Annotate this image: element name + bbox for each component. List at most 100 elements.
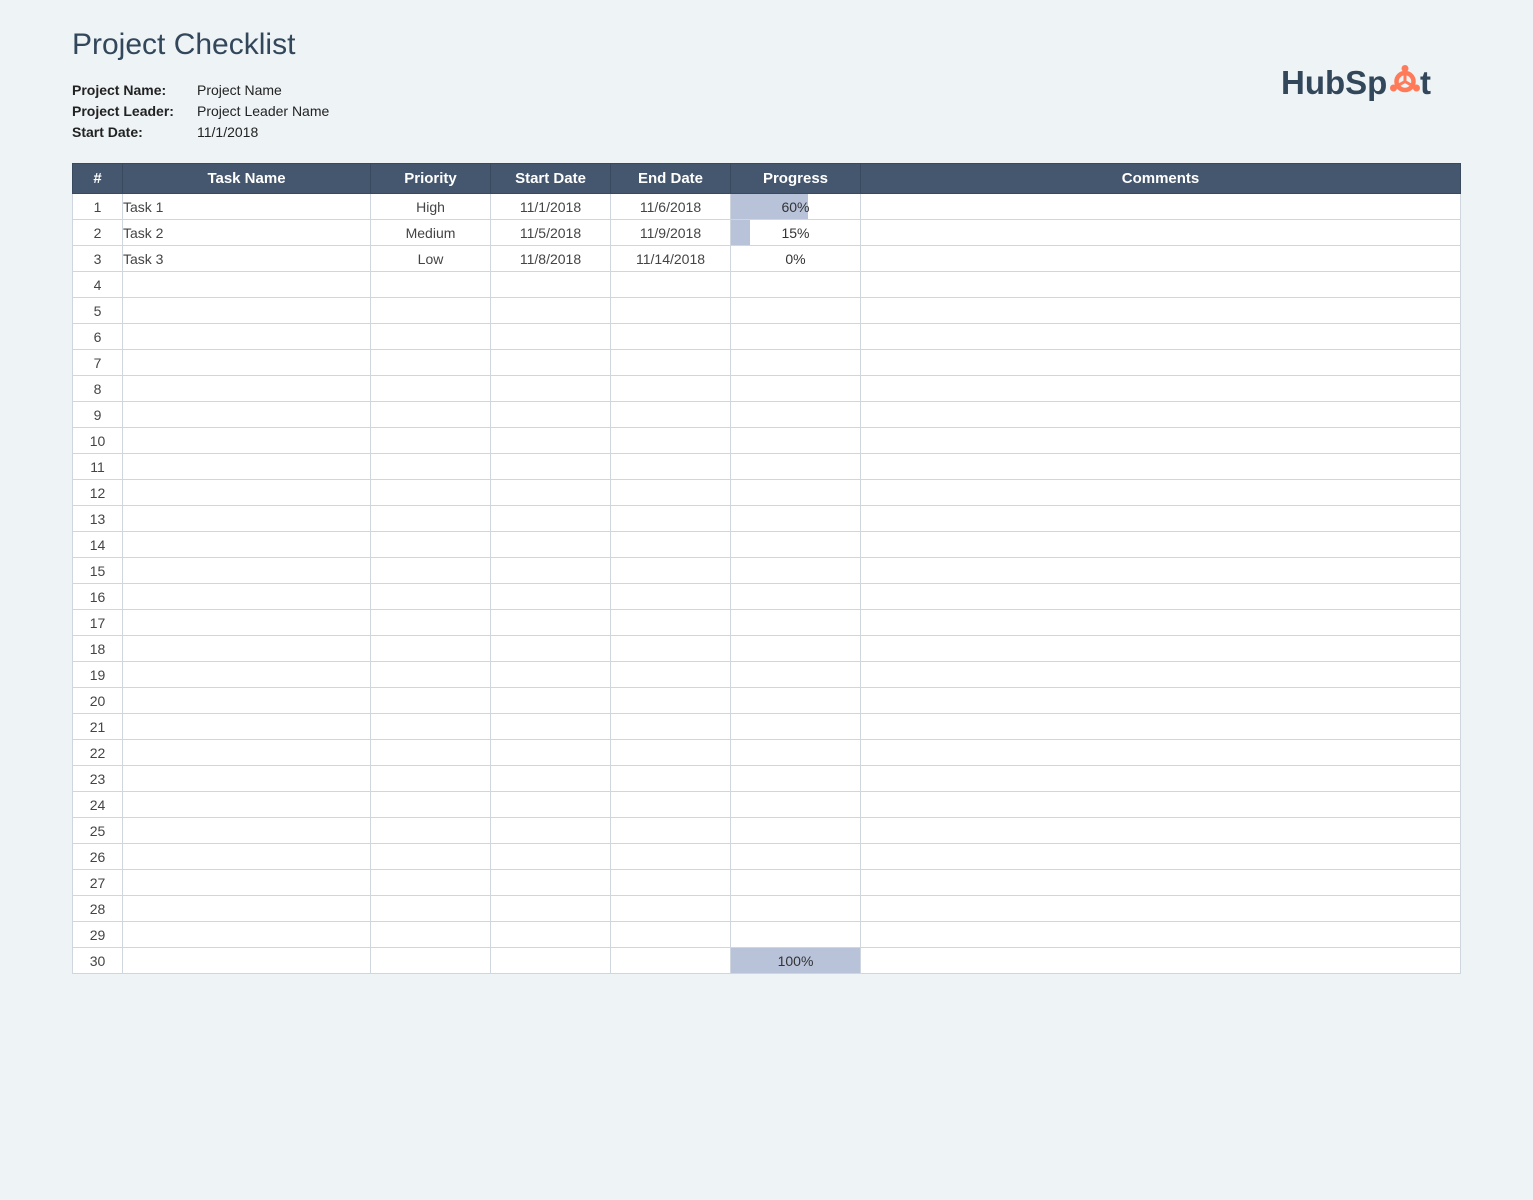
- start-date-cell[interactable]: [491, 896, 611, 922]
- task-name-cell[interactable]: [123, 714, 371, 740]
- end-date-cell[interactable]: [611, 610, 731, 636]
- progress-cell[interactable]: [731, 610, 861, 636]
- priority-cell[interactable]: [371, 532, 491, 558]
- task-name-cell[interactable]: [123, 766, 371, 792]
- end-date-cell[interactable]: [611, 402, 731, 428]
- end-date-cell[interactable]: [611, 922, 731, 948]
- end-date-cell[interactable]: [611, 896, 731, 922]
- priority-cell[interactable]: Medium: [371, 220, 491, 246]
- priority-cell[interactable]: [371, 844, 491, 870]
- end-date-cell[interactable]: [611, 480, 731, 506]
- task-name-cell[interactable]: [123, 324, 371, 350]
- comments-cell[interactable]: [861, 506, 1461, 532]
- start-date-cell[interactable]: 11/8/2018: [491, 246, 611, 272]
- start-date-cell[interactable]: [491, 402, 611, 428]
- comments-cell[interactable]: [861, 948, 1461, 974]
- priority-cell[interactable]: [371, 662, 491, 688]
- task-name-cell[interactable]: [123, 844, 371, 870]
- comments-cell[interactable]: [861, 558, 1461, 584]
- comments-cell[interactable]: [861, 818, 1461, 844]
- comments-cell[interactable]: [861, 428, 1461, 454]
- priority-cell[interactable]: [371, 870, 491, 896]
- priority-cell[interactable]: Low: [371, 246, 491, 272]
- start-date-cell[interactable]: [491, 870, 611, 896]
- priority-cell[interactable]: [371, 818, 491, 844]
- priority-cell[interactable]: [371, 610, 491, 636]
- start-date-cell[interactable]: [491, 610, 611, 636]
- comments-cell[interactable]: [861, 610, 1461, 636]
- priority-cell[interactable]: [371, 636, 491, 662]
- progress-cell[interactable]: [731, 454, 861, 480]
- start-date-cell[interactable]: [491, 922, 611, 948]
- end-date-cell[interactable]: [611, 636, 731, 662]
- task-name-cell[interactable]: [123, 402, 371, 428]
- end-date-cell[interactable]: [611, 792, 731, 818]
- start-date-cell[interactable]: [491, 818, 611, 844]
- progress-cell[interactable]: [731, 740, 861, 766]
- end-date-cell[interactable]: [611, 298, 731, 324]
- task-name-cell[interactable]: [123, 896, 371, 922]
- comments-cell[interactable]: [861, 714, 1461, 740]
- start-date-cell[interactable]: [491, 324, 611, 350]
- end-date-cell[interactable]: [611, 844, 731, 870]
- comments-cell[interactable]: [861, 844, 1461, 870]
- comments-cell[interactable]: [861, 584, 1461, 610]
- task-name-cell[interactable]: [123, 558, 371, 584]
- end-date-cell[interactable]: [611, 870, 731, 896]
- meta-value[interactable]: 11/1/2018: [197, 122, 258, 143]
- comments-cell[interactable]: [861, 662, 1461, 688]
- progress-cell[interactable]: [731, 298, 861, 324]
- end-date-cell[interactable]: [611, 818, 731, 844]
- end-date-cell[interactable]: [611, 766, 731, 792]
- start-date-cell[interactable]: [491, 454, 611, 480]
- progress-cell[interactable]: [731, 350, 861, 376]
- comments-cell[interactable]: [861, 922, 1461, 948]
- comments-cell[interactable]: [861, 532, 1461, 558]
- progress-cell[interactable]: [731, 792, 861, 818]
- comments-cell[interactable]: [861, 246, 1461, 272]
- priority-cell[interactable]: [371, 402, 491, 428]
- progress-cell[interactable]: [731, 532, 861, 558]
- start-date-cell[interactable]: [491, 662, 611, 688]
- progress-cell[interactable]: 100%: [731, 948, 861, 974]
- priority-cell[interactable]: [371, 272, 491, 298]
- comments-cell[interactable]: [861, 480, 1461, 506]
- progress-cell[interactable]: 60%: [731, 194, 861, 220]
- task-name-cell[interactable]: [123, 740, 371, 766]
- progress-cell[interactable]: 0%: [731, 246, 861, 272]
- task-name-cell[interactable]: Task 2: [123, 220, 371, 246]
- start-date-cell[interactable]: [491, 558, 611, 584]
- start-date-cell[interactable]: [491, 506, 611, 532]
- task-name-cell[interactable]: [123, 818, 371, 844]
- comments-cell[interactable]: [861, 740, 1461, 766]
- progress-cell[interactable]: [731, 376, 861, 402]
- priority-cell[interactable]: [371, 584, 491, 610]
- comments-cell[interactable]: [861, 220, 1461, 246]
- progress-cell[interactable]: [731, 662, 861, 688]
- end-date-cell[interactable]: [611, 688, 731, 714]
- progress-cell[interactable]: [731, 688, 861, 714]
- end-date-cell[interactable]: [611, 662, 731, 688]
- start-date-cell[interactable]: [491, 792, 611, 818]
- task-name-cell[interactable]: [123, 922, 371, 948]
- priority-cell[interactable]: [371, 428, 491, 454]
- start-date-cell[interactable]: [491, 298, 611, 324]
- start-date-cell[interactable]: [491, 766, 611, 792]
- end-date-cell[interactable]: [611, 584, 731, 610]
- priority-cell[interactable]: [371, 714, 491, 740]
- start-date-cell[interactable]: 11/5/2018: [491, 220, 611, 246]
- priority-cell[interactable]: [371, 558, 491, 584]
- comments-cell[interactable]: [861, 272, 1461, 298]
- progress-cell[interactable]: [731, 766, 861, 792]
- task-name-cell[interactable]: [123, 636, 371, 662]
- end-date-cell[interactable]: [611, 948, 731, 974]
- progress-cell[interactable]: [731, 428, 861, 454]
- task-name-cell[interactable]: Task 3: [123, 246, 371, 272]
- meta-value[interactable]: Project Leader Name: [197, 101, 329, 122]
- end-date-cell[interactable]: [611, 428, 731, 454]
- progress-cell[interactable]: [731, 324, 861, 350]
- priority-cell[interactable]: [371, 506, 491, 532]
- end-date-cell[interactable]: 11/9/2018: [611, 220, 731, 246]
- task-name-cell[interactable]: [123, 610, 371, 636]
- comments-cell[interactable]: [861, 896, 1461, 922]
